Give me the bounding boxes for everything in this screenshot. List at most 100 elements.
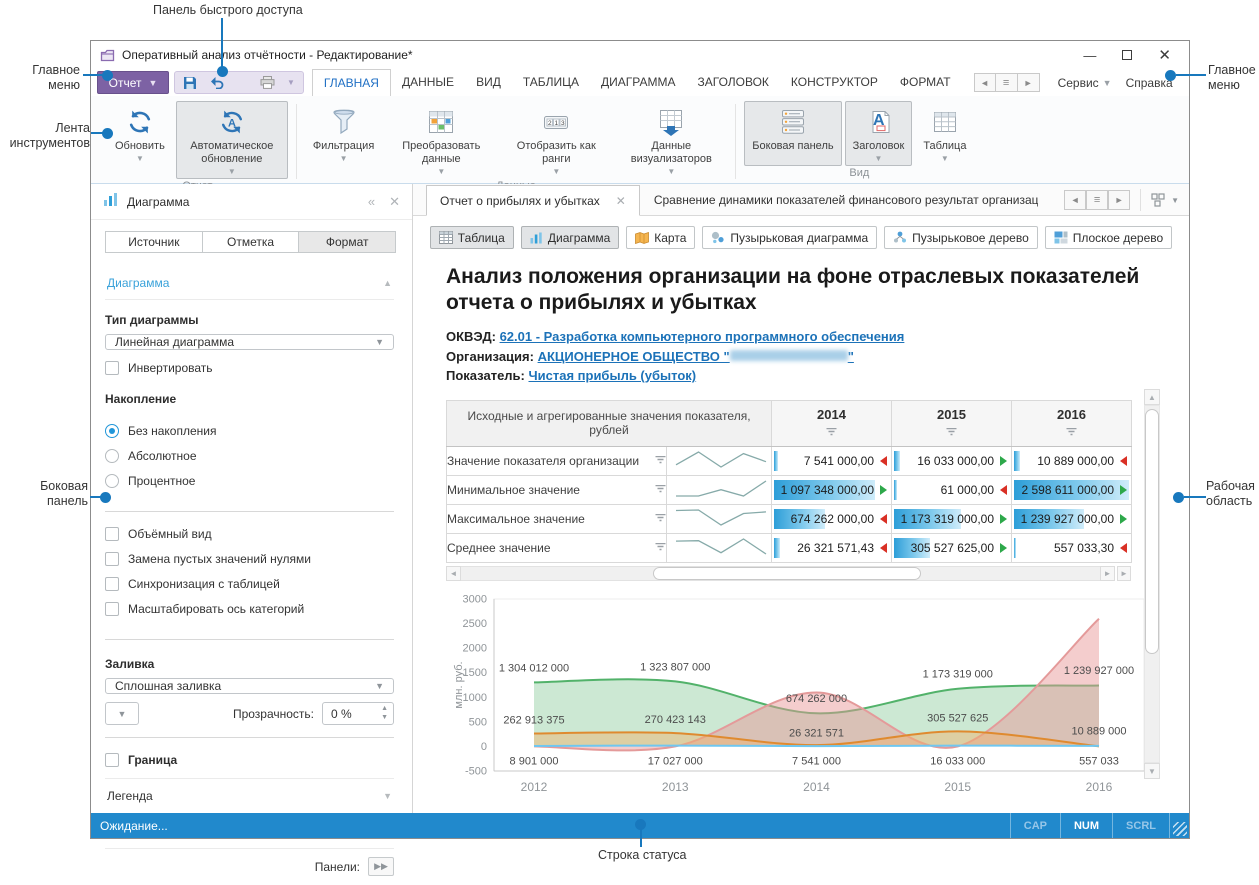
close-panel-icon[interactable]: ✕ — [389, 194, 400, 210]
vertical-scrollbar[interactable]: ▲ ▼ — [1144, 389, 1160, 779]
option-checkbox-row[interactable]: Объёмный вид — [105, 527, 394, 541]
service-menu[interactable]: Сервис — [1058, 76, 1099, 90]
scroll-up-icon[interactable]: ▲ — [1144, 389, 1160, 405]
stepper-up-icon[interactable]: ▲ — [381, 704, 388, 713]
view-button[interactable]: Пузырьковое дерево — [884, 226, 1038, 249]
radio-label: Процентное — [128, 474, 195, 488]
ribbon-button[interactable]: Таблица▼ — [915, 101, 974, 166]
ribbon-tab-заголовок[interactable]: ЗАГОЛОВОК — [687, 69, 780, 96]
scroll-down-icon[interactable]: ▼ — [1144, 763, 1160, 779]
stacking-option[interactable]: Процентное — [105, 474, 394, 488]
filter-icon[interactable] — [655, 454, 666, 468]
vertical-scroll-track[interactable] — [1144, 405, 1160, 763]
ribbon-tab-диаграмма[interactable]: ДИАГРАММА — [590, 69, 686, 96]
view-button[interactable]: Плоское дерево — [1045, 226, 1172, 249]
parameter-link[interactable]: Чистая прибыль (убыток) — [529, 368, 697, 383]
collapsed-section[interactable]: Легенда▼ — [105, 778, 394, 813]
filter-icon[interactable] — [655, 512, 666, 526]
cell-value: 7 541 000,00 — [804, 454, 891, 468]
side-panel-tab-формат[interactable]: Формат — [299, 231, 396, 253]
ribbon-tab-данные[interactable]: ДАННЫЕ — [391, 69, 465, 96]
checkbox[interactable] — [105, 527, 119, 541]
quick-access-dropdown-icon[interactable]: ▼ — [287, 78, 295, 87]
print-icon[interactable] — [260, 76, 275, 89]
side-panel-tab-источник[interactable]: Источник — [105, 231, 203, 253]
horizontal-scrollbar[interactable]: ◄ ► ► — [446, 566, 1131, 581]
document-tab[interactable]: Сравнение динамики показателей финансово… — [640, 184, 1038, 215]
vertical-scroll-thumb[interactable] — [1145, 409, 1159, 654]
filter-icon[interactable] — [772, 425, 891, 440]
parameter-link[interactable]: АКЦИОНЕРНОЕ ОБЩЕСТВО "" — [538, 349, 854, 364]
transparency-stepper[interactable]: 0 % ▲▼ — [322, 702, 394, 725]
ribbon-button[interactable]: 213Отобразить как ранги▼ — [500, 101, 612, 179]
doc-tab-scroll-right-icon[interactable]: ► — [1108, 190, 1130, 210]
scroll-right-icon[interactable]: ► — [1100, 566, 1115, 581]
option-checkbox-row[interactable]: Масштабировать ось категорий — [105, 602, 394, 616]
radio-button[interactable] — [105, 424, 119, 438]
ribbon-button[interactable]: Фильтрация▼ — [305, 101, 382, 179]
collapse-panel-icon[interactable]: « — [368, 194, 375, 210]
invert-checkbox-row[interactable]: Инвертировать — [105, 361, 394, 375]
checkbox[interactable] — [105, 577, 119, 591]
filter-icon[interactable] — [1012, 425, 1131, 440]
ribbon-tab-главная[interactable]: ГЛАВНАЯ — [312, 69, 391, 96]
option-checkbox-row[interactable]: Замена пустых значений нулями — [105, 552, 394, 566]
doc-tab-list-icon[interactable]: ≡ — [1086, 190, 1108, 210]
ribbon-button[interactable]: Обновить▼ — [107, 101, 173, 179]
stacking-option[interactable]: Абсолютное — [105, 449, 394, 463]
radio-button[interactable] — [105, 474, 119, 488]
stepper-down-icon[interactable]: ▼ — [381, 713, 388, 722]
checkbox[interactable] — [105, 552, 119, 566]
filter-icon[interactable] — [892, 425, 1011, 440]
view-button[interactable]: Диаграмма — [521, 226, 619, 249]
year-column-header[interactable]: 2014 — [772, 400, 892, 446]
minimize-button[interactable]: — — [1083, 49, 1096, 62]
ribbon-tab-формат[interactable]: ФОРМАТ — [889, 69, 962, 96]
maximize-button[interactable] — [1122, 49, 1132, 62]
ribbon-button[interactable]: Боковая панель — [744, 101, 841, 166]
invert-checkbox[interactable] — [105, 361, 119, 375]
document-tab[interactable]: Отчет о прибылях и убытках✕ — [426, 185, 640, 216]
view-button[interactable]: Таблица — [430, 226, 514, 249]
stacking-option[interactable]: Без накопления — [105, 424, 394, 438]
chart-type-select[interactable]: Линейная диаграмма ▼ — [105, 334, 394, 350]
horizontal-scroll-thumb[interactable] — [653, 567, 921, 580]
ribbon-button[interactable]: Преобразовать данные▼ — [385, 101, 497, 179]
fill-color-select[interactable]: ▼ — [105, 702, 139, 725]
table-expand-icon[interactable]: ► — [1117, 566, 1131, 581]
close-button[interactable]: ✕ — [1158, 48, 1171, 63]
ribbon-tab-вид[interactable]: ВИД — [465, 69, 512, 96]
filter-icon[interactable] — [655, 483, 666, 497]
fill-type-select[interactable]: Сплошная заливка ▼ — [105, 678, 394, 694]
filter-icon[interactable] — [655, 541, 666, 555]
ribbon-button[interactable]: AАвтоматическое обновление▼ — [176, 101, 288, 179]
scroll-left-icon[interactable]: ◄ — [446, 566, 461, 581]
tab-scroll-left-icon[interactable]: ◄ — [974, 73, 996, 92]
side-panel-tab-отметка[interactable]: Отметка — [203, 231, 300, 253]
section-chart[interactable]: Диаграмма ▲ — [105, 265, 394, 300]
close-tab-icon[interactable]: ✕ — [616, 194, 626, 208]
border-checkbox[interactable] — [105, 753, 119, 767]
save-icon[interactable] — [183, 76, 197, 90]
undo-icon[interactable] — [209, 76, 224, 89]
year-column-header[interactable]: 2016 — [1012, 400, 1132, 446]
year-column-header[interactable]: 2015 — [892, 400, 1012, 446]
ribbon-tab-таблица[interactable]: ТАБЛИЦА — [512, 69, 590, 96]
parameter-link[interactable]: 62.01 - Разработка компьютерного програм… — [500, 329, 905, 344]
view-button[interactable]: Пузырьковая диаграмма — [702, 226, 877, 249]
horizontal-scroll-track[interactable] — [461, 566, 1100, 581]
ribbon-button[interactable]: Данные визуализаторов▼ — [615, 101, 727, 179]
ribbon-button[interactable]: AЗаголовок▼ — [845, 101, 913, 166]
resize-grip[interactable] — [1169, 813, 1189, 838]
tab-scroll-right-icon[interactable]: ► — [1018, 73, 1040, 92]
panels-expand-button[interactable]: ▶▶ — [368, 857, 394, 876]
split-layout-button[interactable]: ▼ — [1151, 193, 1179, 207]
border-checkbox-row[interactable]: Граница — [105, 753, 394, 767]
tab-list-icon[interactable]: ≡ — [996, 73, 1018, 92]
ribbon-tab-конструктор[interactable]: КОНСТРУКТОР — [780, 69, 889, 96]
view-button[interactable]: Карта — [626, 226, 695, 249]
option-checkbox-row[interactable]: Синхронизация с таблицей — [105, 577, 394, 591]
doc-tab-scroll-left-icon[interactable]: ◄ — [1064, 190, 1086, 210]
radio-button[interactable] — [105, 449, 119, 463]
checkbox[interactable] — [105, 602, 119, 616]
